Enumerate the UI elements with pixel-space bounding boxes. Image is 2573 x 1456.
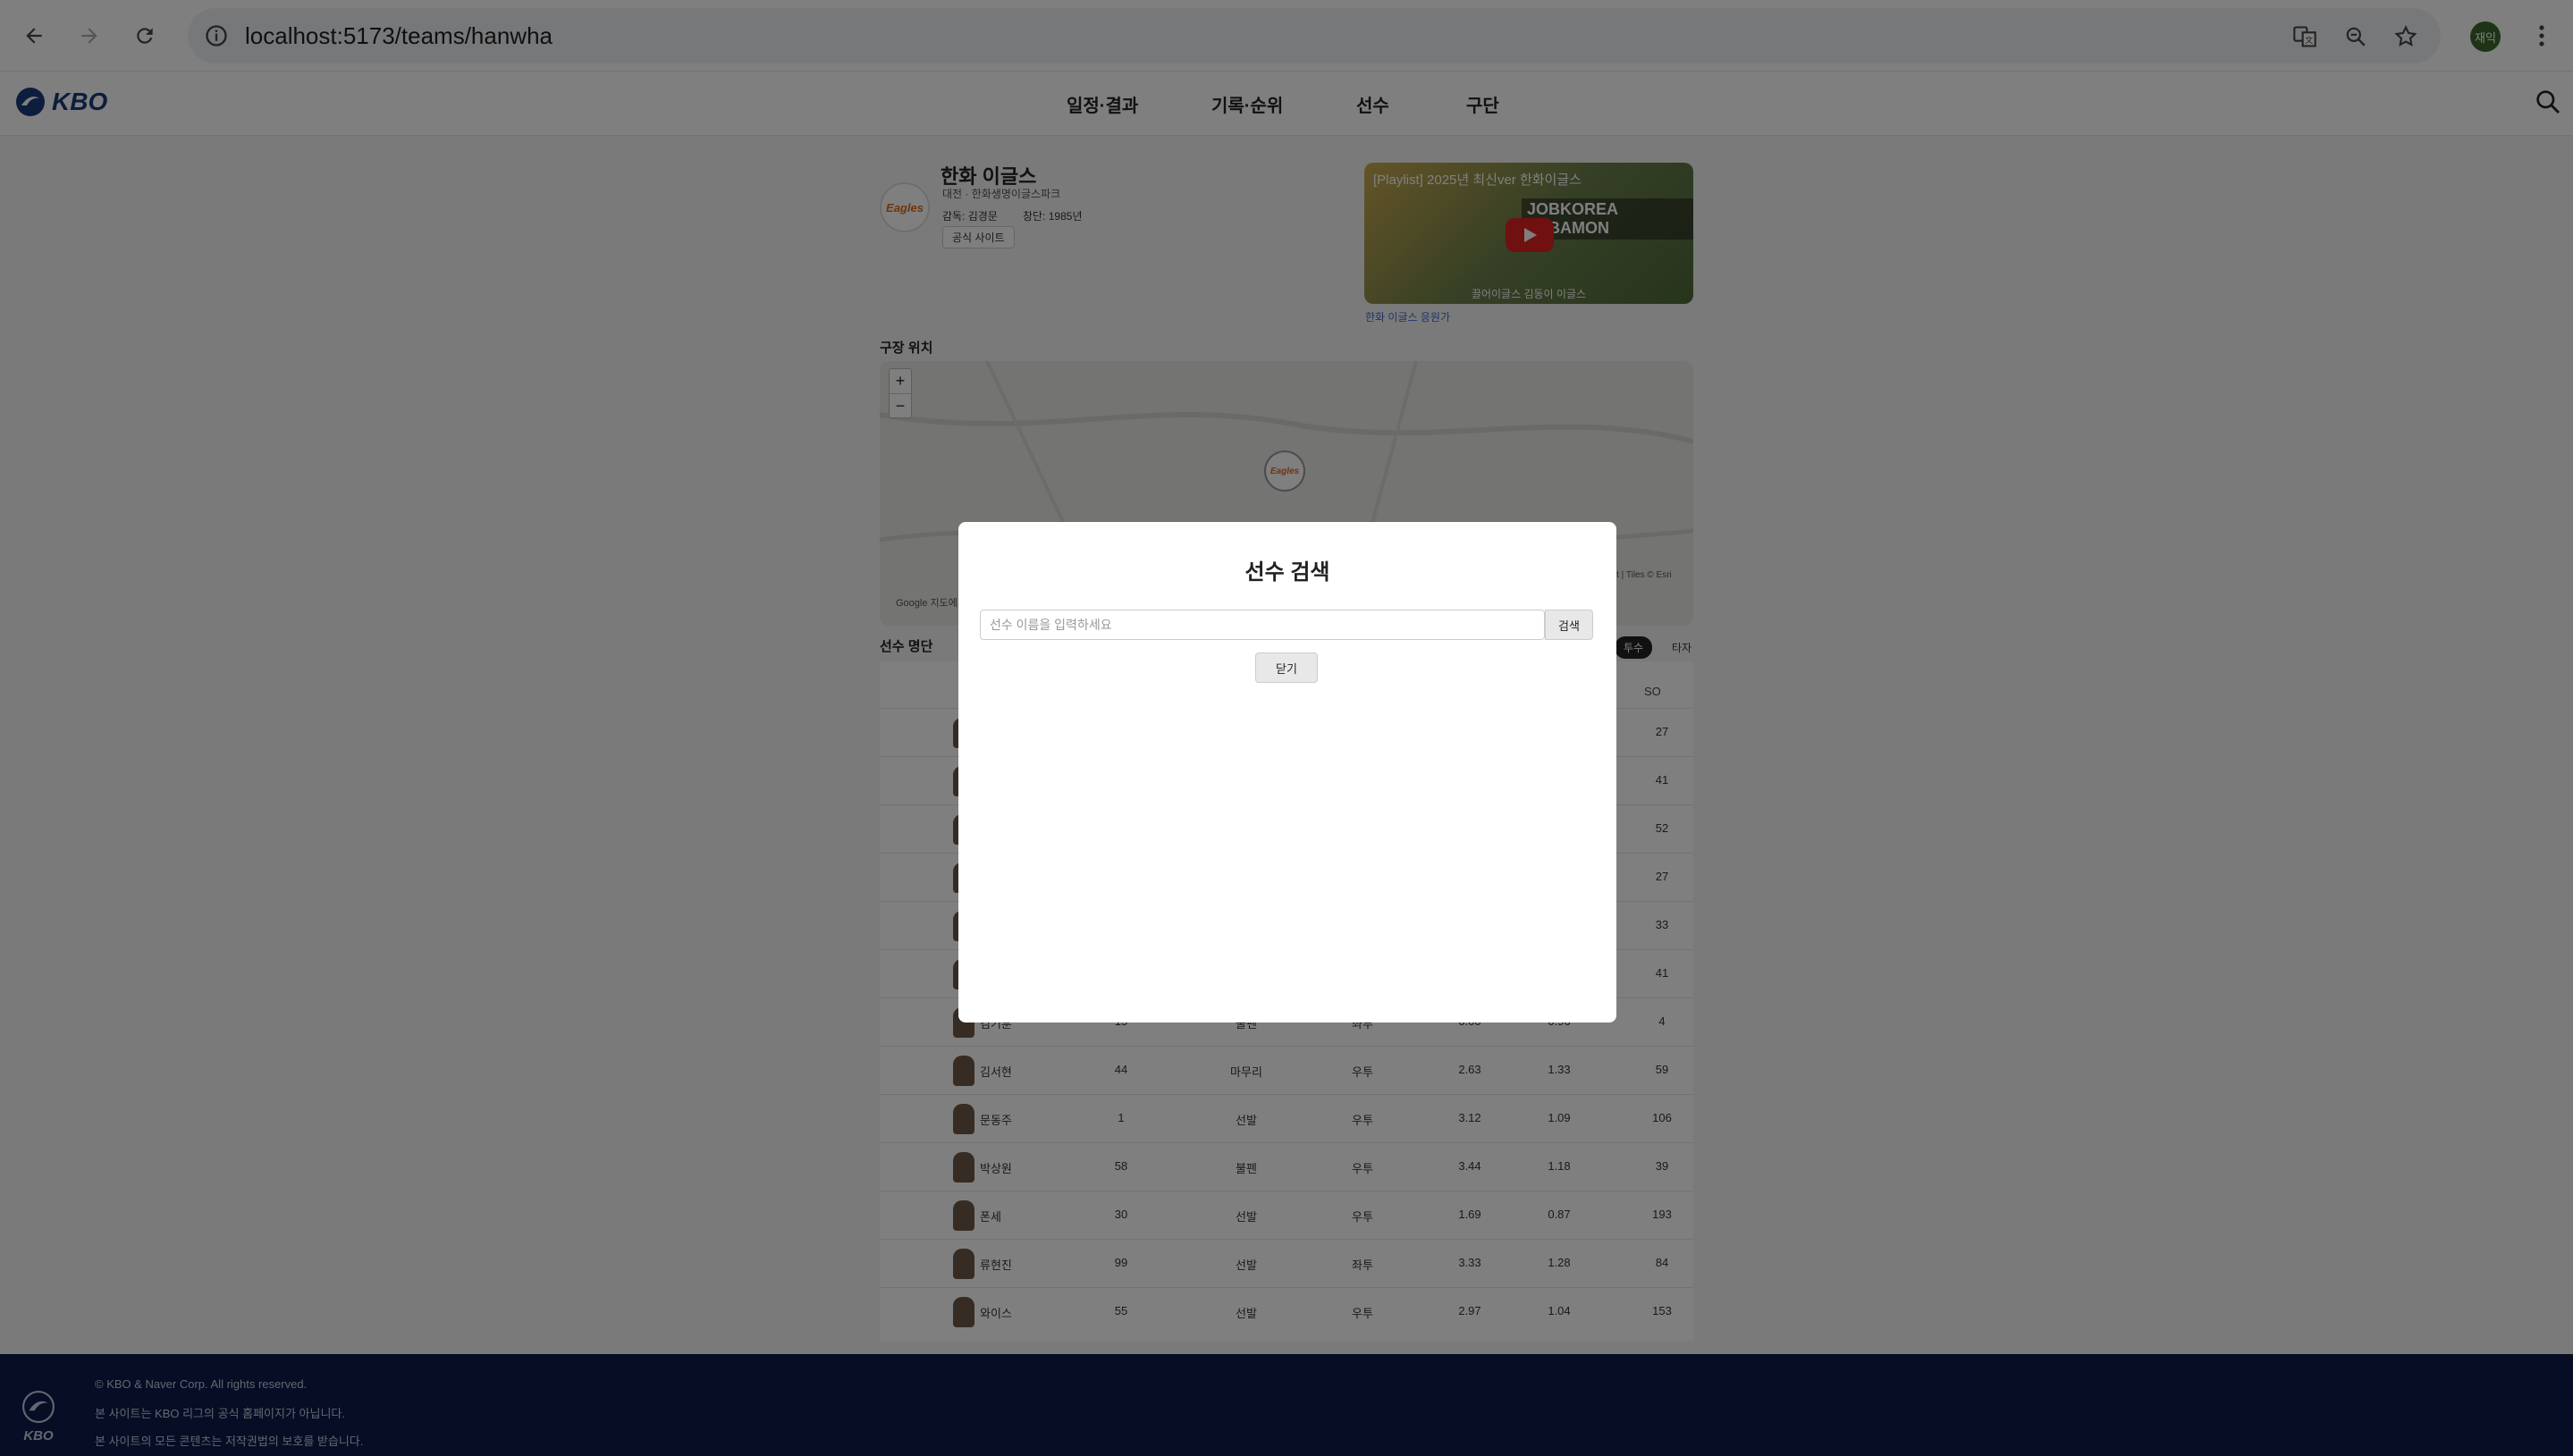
modal-title: 선수 검색 <box>1244 560 1330 585</box>
player-search-modal: 선수 검색 검색 닫기 <box>958 522 1616 1023</box>
player-search-input[interactable] <box>980 610 1545 640</box>
search-button[interactable]: 검색 <box>1545 610 1593 640</box>
close-button[interactable]: 닫기 <box>1255 652 1318 683</box>
